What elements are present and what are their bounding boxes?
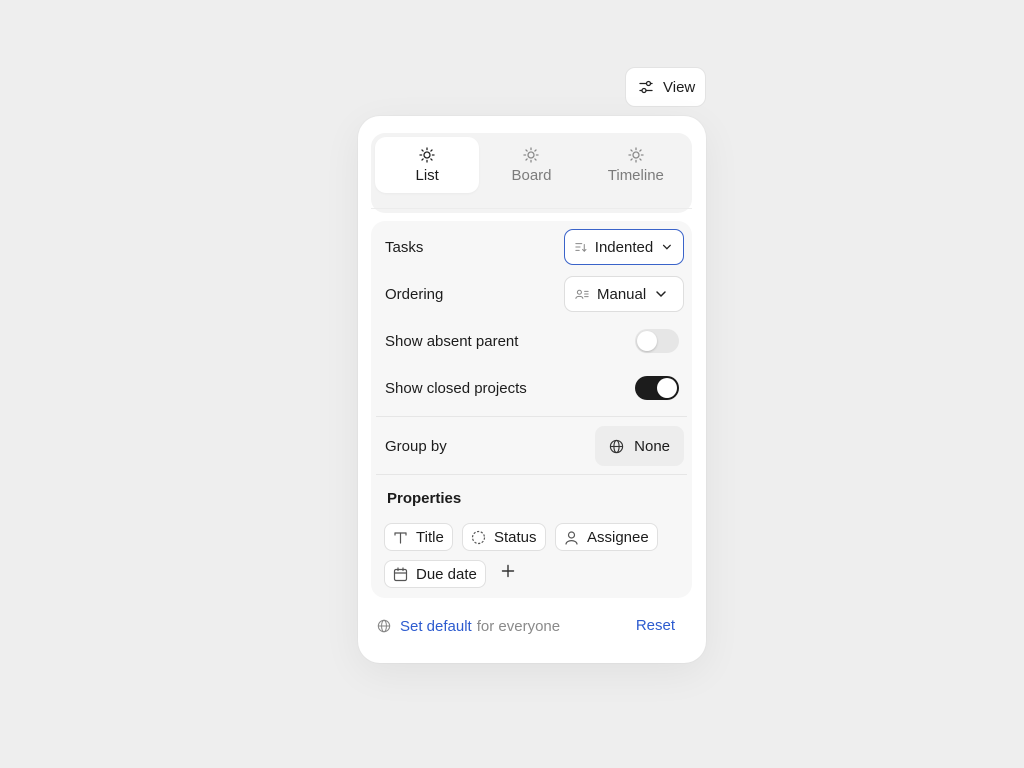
- add-property-icon[interactable]: [499, 562, 517, 580]
- sun-icon: [523, 146, 540, 163]
- property-label: Assignee: [587, 528, 649, 546]
- tab-label: Timeline: [607, 166, 664, 184]
- set-default-link[interactable]: Set default: [400, 618, 472, 635]
- show-closed-projects-row: Show closed projects: [371, 370, 692, 406]
- footer: Set default for everyone: [377, 615, 677, 637]
- properties-title: Properties: [387, 490, 462, 507]
- view-button-label: View: [663, 78, 696, 96]
- tasks-value: Indented: [594, 238, 654, 256]
- chevron-down-icon: [656, 291, 666, 298]
- property-chip-title[interactable]: Title: [384, 523, 453, 551]
- chevron-down-icon: [663, 244, 672, 250]
- reset-button[interactable]: Reset: [636, 615, 675, 637]
- property-label: Status: [494, 528, 537, 546]
- text-icon: [394, 531, 407, 544]
- layout-tabs: List Board Timeline: [371, 133, 692, 213]
- divider: [376, 474, 687, 475]
- tab-list[interactable]: List: [375, 137, 480, 193]
- show-closed-projects-label: Show closed projects: [385, 379, 527, 397]
- group-by-label: Group by: [385, 437, 447, 455]
- property-chip-status[interactable]: Status: [462, 523, 546, 551]
- tasks-row: Tasks Indented: [371, 229, 692, 265]
- ordering-dropdown[interactable]: Manual: [564, 276, 684, 312]
- globe-icon: [377, 619, 391, 633]
- tab-label: Board: [511, 166, 552, 184]
- sun-icon: [419, 146, 435, 163]
- property-label: Due date: [416, 565, 477, 583]
- show-closed-projects-toggle[interactable]: [635, 376, 679, 400]
- dashed-circle-icon: [471, 530, 486, 544]
- divider: [376, 416, 687, 417]
- tasks-dropdown[interactable]: Indented: [564, 229, 684, 265]
- tab-label: List: [415, 166, 439, 184]
- show-absent-parent-label: Show absent parent: [385, 332, 519, 350]
- tab-board[interactable]: Board: [479, 137, 583, 193]
- toggle-knob: [637, 331, 657, 351]
- ordering-label: Ordering: [385, 285, 444, 303]
- for-everyone-text: for everyone: [476, 617, 561, 635]
- ordering-value: Manual: [597, 285, 647, 303]
- user-list-icon: [575, 289, 589, 299]
- show-absent-parent-row: Show absent parent: [371, 323, 692, 359]
- sliders-icon: [639, 80, 653, 94]
- globe-icon: [609, 439, 624, 453]
- divider: [371, 208, 692, 209]
- tab-timeline[interactable]: Timeline: [584, 137, 688, 193]
- group-by-row: Group by None: [371, 426, 692, 466]
- toggle-knob: [657, 378, 677, 398]
- calendar-icon: [393, 566, 408, 581]
- ordering-row: Ordering Manual: [371, 276, 692, 312]
- settings-section: Tasks Indented Ordering Manual Show abse…: [371, 221, 692, 598]
- user-icon: [565, 530, 578, 545]
- group-by-button[interactable]: None: [595, 426, 684, 466]
- property-chip-due-date[interactable]: Due date: [384, 560, 486, 588]
- group-by-value: None: [634, 437, 670, 455]
- property-label: Title: [416, 528, 444, 546]
- tasks-label: Tasks: [385, 238, 424, 256]
- show-absent-parent-toggle[interactable]: [635, 329, 679, 353]
- view-options-panel: List Board Timeline Tasks Indented Order…: [358, 116, 706, 663]
- sort-icon: [575, 243, 587, 252]
- view-button[interactable]: View: [625, 67, 706, 107]
- property-chip-assignee[interactable]: Assignee: [555, 523, 658, 551]
- sun-icon: [628, 146, 644, 163]
